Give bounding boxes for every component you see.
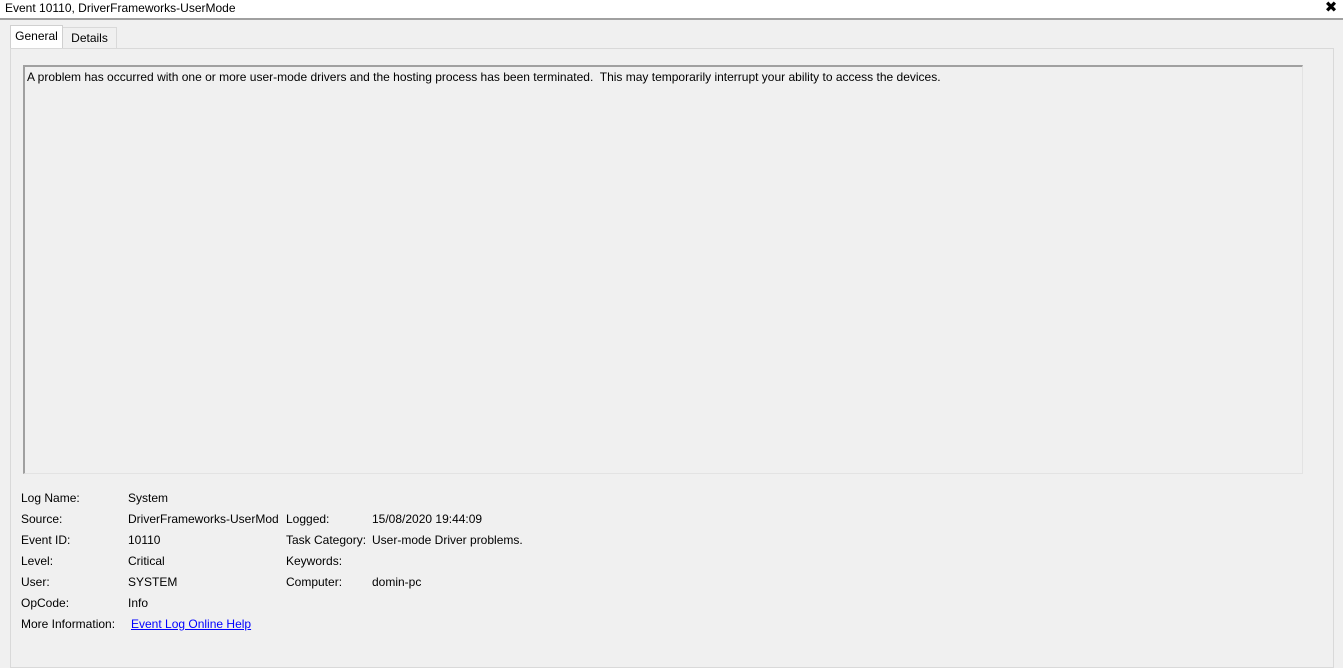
logged-label: Logged: (286, 512, 330, 526)
keywords-label: Keywords: (286, 554, 343, 568)
user-label: User: (21, 575, 50, 589)
event-description[interactable]: A problem has occurred with one or more … (23, 65, 1303, 474)
log-name-value[interactable]: System (128, 491, 168, 505)
event-id-label: Event ID: (21, 533, 71, 547)
event-log-online-help-link[interactable]: Event Log Online Help (131, 617, 251, 631)
computer-value[interactable]: domin-pc (372, 575, 421, 589)
opcode-label: OpCode: (21, 596, 70, 610)
task-category-label: Task Category: (286, 533, 367, 547)
title-bar: Event 10110, DriverFrameworks-UserMode ✖ (0, 0, 1343, 20)
tab-details[interactable]: Details (63, 27, 117, 48)
logged-value[interactable]: 15/08/2020 19:44:09 (372, 512, 482, 526)
log-name-label: Log Name: (21, 491, 80, 505)
close-icon[interactable]: ✖ (1323, 0, 1339, 17)
level-label: Level: (21, 554, 54, 568)
opcode-value[interactable]: Info (128, 596, 148, 610)
window-title: Event 10110, DriverFrameworks-UserMode (5, 1, 236, 15)
level-value[interactable]: Critical (128, 554, 165, 568)
user-value[interactable]: SYSTEM (128, 575, 177, 589)
computer-label: Computer: (286, 575, 343, 589)
more-information-label: More Information: (21, 617, 116, 631)
event-id-value[interactable]: 10110 (128, 533, 160, 547)
source-label: Source: (21, 512, 63, 526)
tab-general[interactable]: General (10, 25, 63, 48)
source-value[interactable]: DriverFrameworks-UserMod (128, 512, 279, 526)
task-category-value[interactable]: User-mode Driver problems. (372, 533, 523, 547)
